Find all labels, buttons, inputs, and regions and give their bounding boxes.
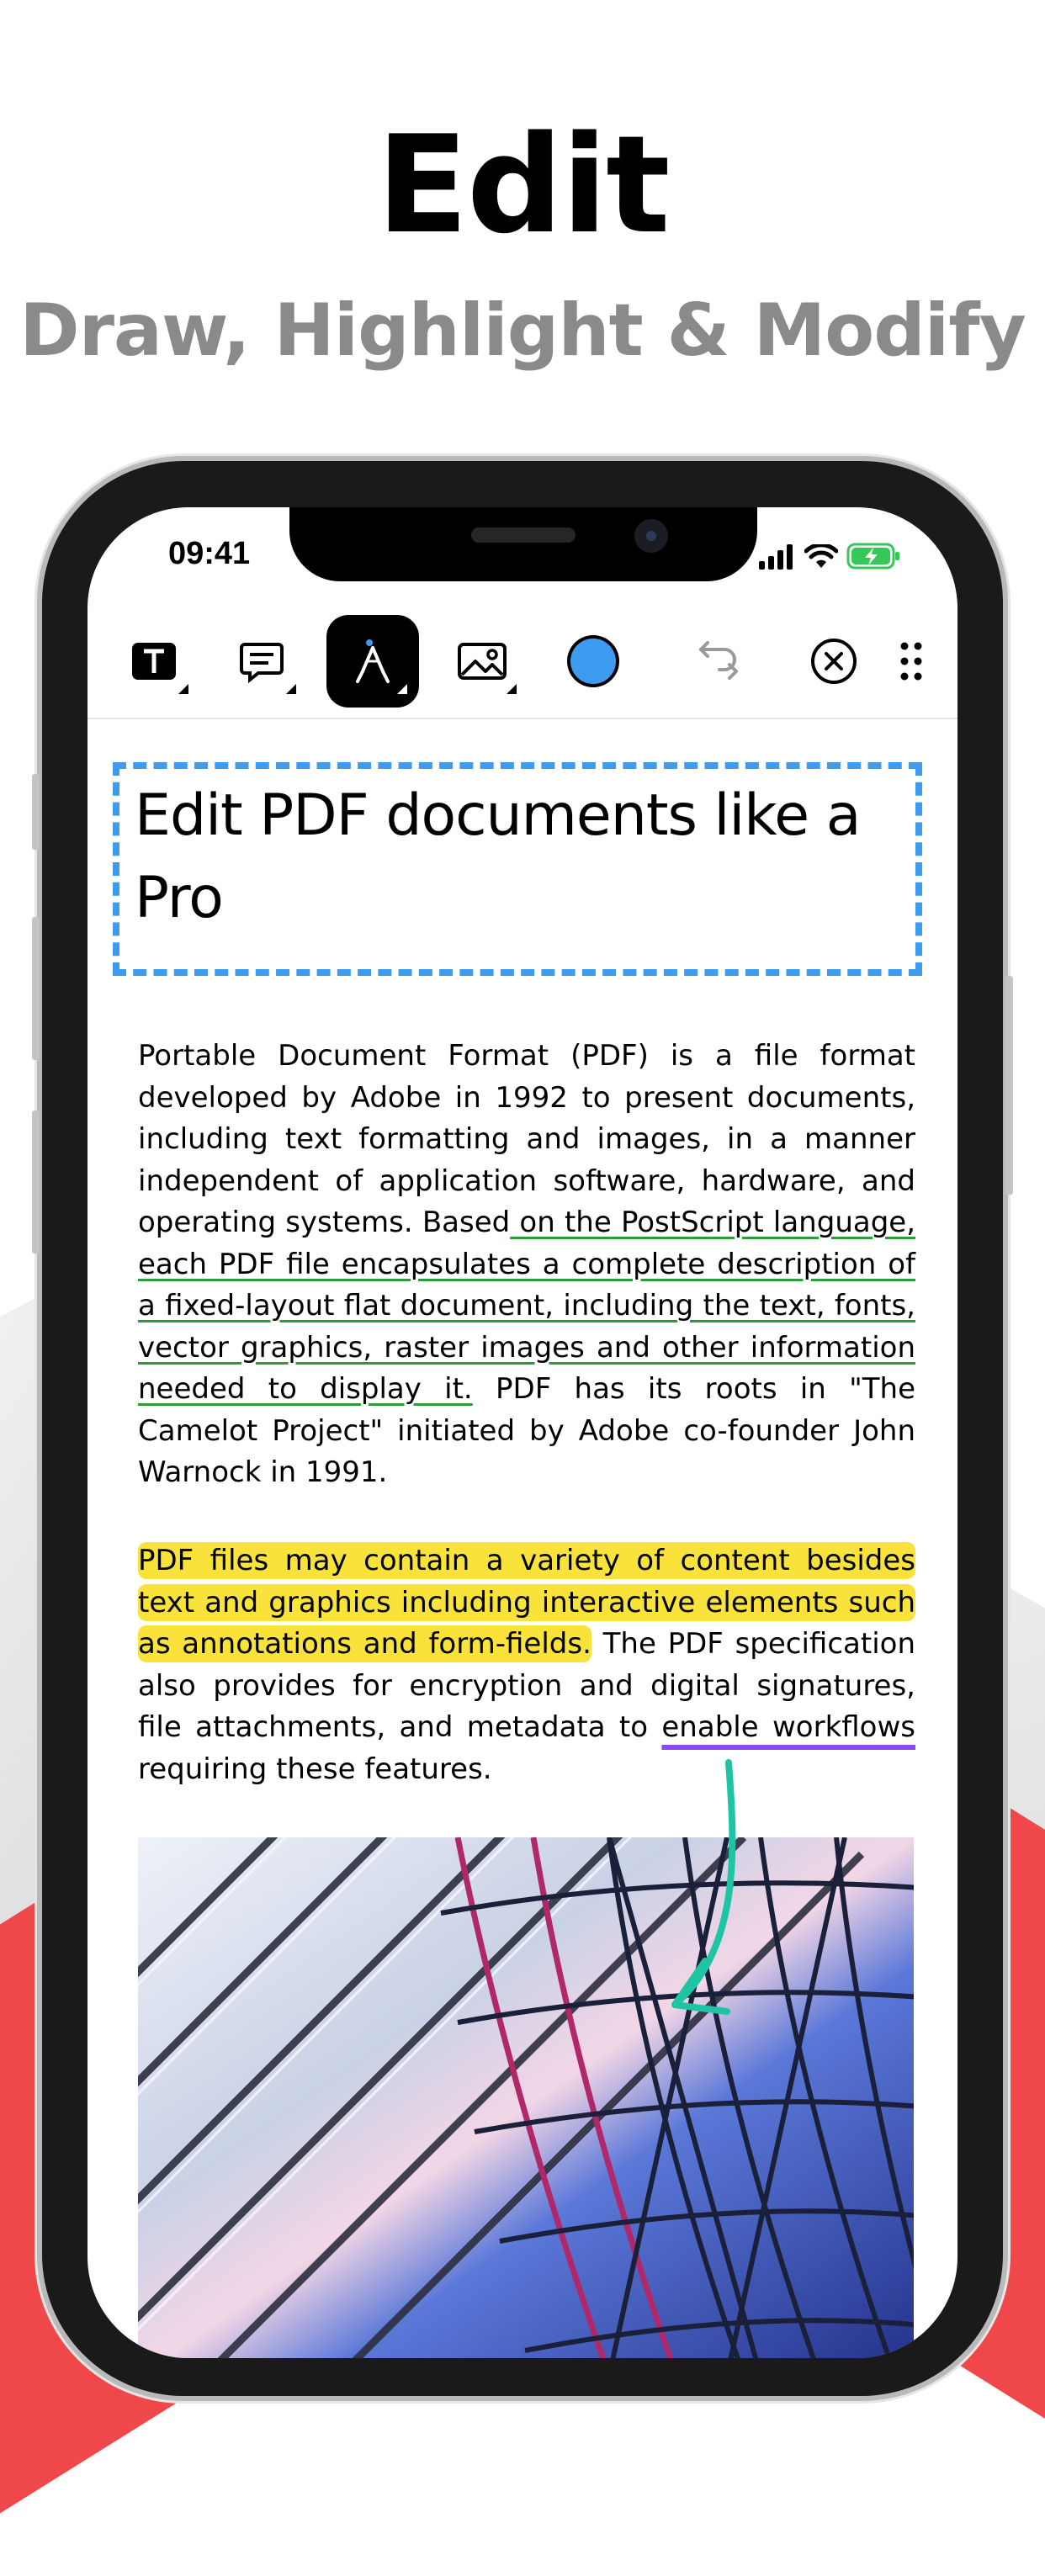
volume-down-button — [32, 1110, 40, 1254]
draw-tool-button[interactable] — [326, 615, 419, 708]
image-tool-button[interactable] — [436, 615, 528, 708]
grip-icon — [900, 642, 922, 681]
wifi-icon — [804, 544, 838, 568]
mute-switch — [32, 774, 40, 850]
edit-toolbar — [88, 613, 957, 719]
text-box-icon — [132, 643, 176, 680]
freehand-arrow-annotation[interactable] — [668, 1759, 769, 2062]
paragraph-text: requiring these features. — [138, 1752, 492, 1786]
cellular-signal-icon — [759, 544, 793, 570]
submenu-indicator — [178, 684, 188, 694]
submenu-indicator — [397, 684, 407, 694]
color-picker-button[interactable] — [547, 615, 639, 708]
purple-underline-annotation[interactable]: enable workflows — [661, 1710, 915, 1744]
power-button — [1005, 976, 1013, 1195]
status-icons — [759, 543, 902, 570]
front-camera — [634, 519, 668, 553]
building-facade-image — [138, 1837, 914, 2358]
comment-icon — [240, 643, 284, 684]
speaker — [471, 527, 576, 543]
document-image[interactable] — [138, 1837, 914, 2358]
undo-button[interactable] — [675, 615, 767, 708]
document-paragraph-1[interactable]: Portable Document Format (PDF) is a file… — [138, 1036, 915, 1494]
more-options-button[interactable] — [882, 615, 941, 708]
image-icon — [458, 643, 507, 680]
volume-up-button — [32, 917, 40, 1060]
close-button[interactable] — [788, 615, 880, 708]
hero-title: Edit — [376, 106, 670, 263]
comment-tool-button[interactable] — [215, 615, 308, 708]
document-title[interactable]: Edit PDF documents like a Pro — [135, 775, 892, 940]
document-paragraph-2[interactable]: PDF files may contain a variety of conte… — [138, 1540, 915, 1790]
pen-nib-icon — [356, 639, 390, 683]
hero-subtitle: Draw, Highlight & Modify — [19, 289, 1026, 373]
color-dot-icon — [567, 635, 619, 687]
submenu-indicator — [286, 684, 296, 694]
battery-charging-icon — [846, 543, 899, 570]
close-circle-icon — [811, 639, 857, 684]
submenu-indicator — [507, 684, 517, 694]
text-tool-button[interactable] — [108, 615, 200, 708]
phone-screen: 09:41 Edit PDF documents like a Pro Port… — [88, 507, 957, 2358]
status-time: 09:41 — [168, 536, 251, 571]
undo-icon — [699, 641, 738, 680]
notch — [289, 507, 757, 581]
